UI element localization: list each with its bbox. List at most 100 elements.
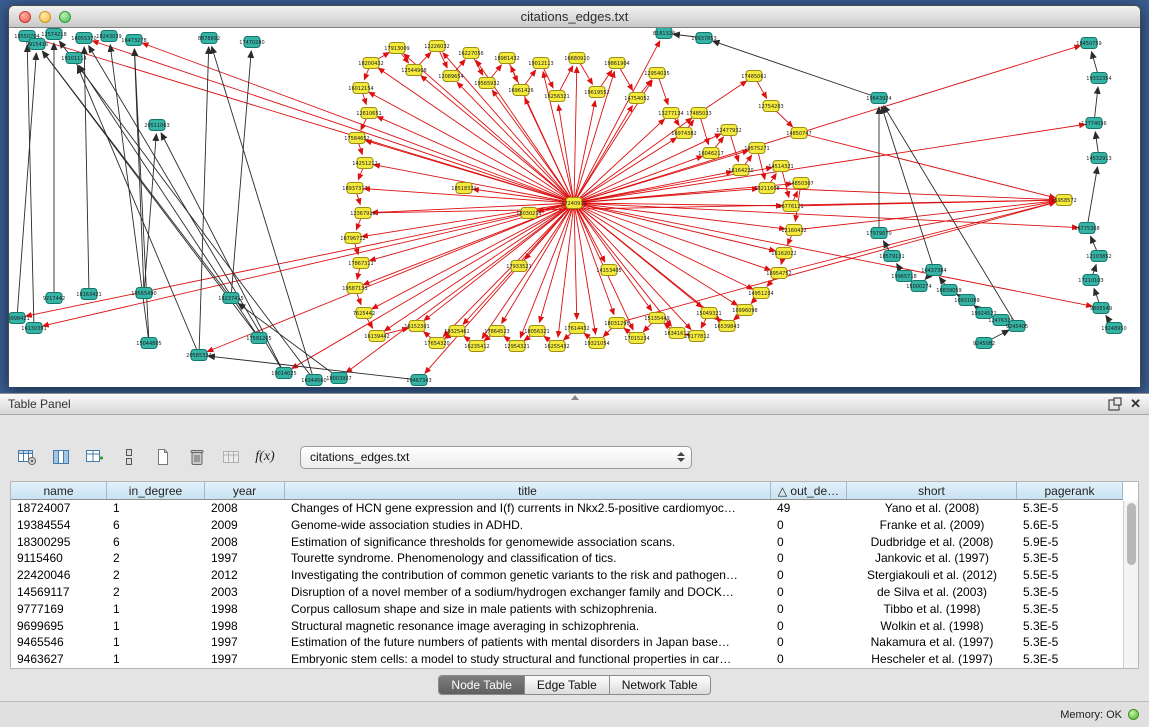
graph-node[interactable]: 17015234 [624, 333, 649, 344]
table-row[interactable]: 1830029562008Estimation of significance … [11, 534, 1123, 551]
graph-node[interactable]: 17485061 [741, 71, 766, 82]
graph-node[interactable]: 19325461 [444, 326, 469, 337]
table-row[interactable]: 977716911998Corpus callosum shape and si… [11, 601, 1123, 618]
graph-node[interactable]: 19321054 [584, 338, 609, 349]
graph-node[interactable]: 16139442 [364, 331, 389, 342]
column-header-in_degree[interactable]: in_degree [107, 482, 205, 499]
graph-node[interactable]: 17933521 [506, 261, 531, 272]
graph-node[interactable]: 10937853 [691, 33, 716, 44]
graph-node[interactable]: 16473278 [121, 35, 146, 46]
column-header-name[interactable]: name [11, 482, 107, 499]
graph-node[interactable]: 13277134 [658, 108, 683, 119]
graph-node[interactable]: 9915416 [26, 39, 48, 50]
graph-node[interactable]: 16046217 [698, 148, 723, 159]
graph-node[interactable]: 9245405 [1006, 321, 1028, 332]
table-row[interactable]: 946554611997Estimation of the future num… [11, 634, 1123, 651]
graph-node[interactable]: 14251212 [352, 158, 377, 169]
graph-node[interactable]: 18981432 [494, 53, 519, 64]
close-panel-icon[interactable]: ✕ [1130, 397, 1141, 411]
graph-node[interactable]: 18056321 [524, 326, 549, 337]
table-row[interactable]: 969969511998Structural magnetic resonanc… [11, 618, 1123, 635]
memory-indicator-icon[interactable] [1128, 709, 1139, 720]
graph-node[interactable]: 10996098 [732, 305, 757, 316]
graph-node[interactable]: 17210103 [1078, 275, 1103, 286]
column-header-title[interactable]: title [285, 482, 771, 499]
table-settings-button[interactable] [12, 443, 42, 471]
graph-node[interactable]: 16796712 [340, 233, 365, 244]
network-window-titlebar[interactable]: citations_edges.txt [9, 6, 1140, 28]
graph-node[interactable]: 19565932 [474, 78, 499, 89]
graph-node[interactable]: 17864523 [484, 326, 509, 337]
graph-node[interactable]: 12574218 [41, 29, 66, 40]
graph-node[interactable]: 18954752 [766, 268, 791, 279]
graph-node[interactable]: 17979070 [866, 228, 891, 239]
graph-node[interactable]: 19101114 [61, 53, 86, 64]
graph-node[interactable]: 8878692 [198, 33, 220, 44]
graph-node[interactable]: 16437384 [921, 265, 946, 276]
graph-node[interactable]: 20511063 [144, 120, 169, 131]
graph-node[interactable]: 18003937 [326, 373, 351, 384]
table-panel-header[interactable]: Table Panel ✕ [0, 393, 1149, 415]
delete-table-button[interactable] [182, 443, 212, 471]
graph-node[interactable]: 18450759 [1076, 38, 1101, 49]
table-row[interactable]: 911546021997Tourette syndrome. Phenomeno… [11, 550, 1123, 567]
graph-node[interactable]: 16539843 [714, 321, 739, 332]
splitter-handle[interactable] [571, 395, 579, 400]
network-table-select[interactable]: citations_edges.txt [300, 446, 692, 469]
graph-node[interactable]: 12954035 [644, 68, 669, 79]
graph-node[interactable]: 19332354 [1086, 73, 1111, 84]
graph-node[interactable]: 9245082 [973, 338, 995, 349]
graph-node[interactable]: 17654320 [424, 338, 449, 349]
graph-node[interactable]: 17913009 [384, 43, 409, 54]
graph-node[interactable]: 12226032 [424, 41, 449, 52]
graph-node[interactable]: 18243039 [96, 31, 121, 42]
graph-node[interactable]: 19565490 [131, 288, 156, 299]
network-view-canvas[interactable]: 1724097218200432160121541261065117584652… [9, 28, 1140, 387]
graph-node[interactable]: 16164220 [728, 165, 753, 176]
graph-node[interactable]: 18579131 [879, 251, 904, 262]
graph-node[interactable]: 12544908 [401, 65, 426, 76]
graph-node[interactable]: 14850307 [788, 178, 813, 189]
graph-node[interactable]: 17614432 [564, 323, 589, 334]
column-header-year[interactable]: year [205, 482, 285, 499]
graph-node[interactable]: 16680910 [564, 53, 589, 64]
float-panel-icon[interactable] [1108, 397, 1122, 411]
close-window-button[interactable] [19, 11, 31, 23]
table-row[interactable]: 1872400712008Changes of HCN gene express… [11, 500, 1123, 517]
graph-node[interactable]: 16344560 [301, 375, 326, 386]
graph-node[interactable]: 16152301 [404, 321, 429, 332]
edit-table-button[interactable] [80, 443, 110, 471]
graph-node[interactable]: 16255432 [544, 341, 569, 352]
vertical-scrollbar[interactable] [1123, 501, 1138, 668]
graph-node[interactable]: 19012113 [528, 58, 553, 69]
graph-node[interactable]: 18163421 [76, 289, 101, 300]
table-row[interactable]: 946362711997Embryonic stem cells: a mode… [11, 651, 1123, 668]
graph-node[interactable]: 18031298 [604, 318, 629, 329]
graph-node[interactable]: 7625442 [353, 308, 375, 319]
graph-node[interactable]: 16776121 [778, 201, 803, 212]
graph-node[interactable]: 16130391 [21, 323, 46, 334]
graph-node[interactable]: 12367918 [350, 208, 375, 219]
table-row[interactable]: 1938455462009Genome-wide association stu… [11, 517, 1123, 534]
graph-node[interactable]: 15000274 [906, 281, 931, 292]
graph-node[interactable]: 16974382 [671, 128, 696, 139]
graph-node[interactable]: 14532913 [1086, 153, 1111, 164]
graph-node[interactable]: 19861904 [604, 58, 629, 69]
graph-node[interactable]: 14153405 [596, 265, 621, 276]
graph-node[interactable]: 12160432 [781, 225, 806, 236]
graph-node[interactable]: 17485033 [686, 108, 711, 119]
graph-node[interactable]: 19643924 [866, 93, 891, 104]
graph-node[interactable]: 19619552 [584, 87, 609, 98]
graph-node[interactable]: 16162022 [771, 248, 796, 259]
import-table-button[interactable] [216, 443, 246, 471]
graph-node[interactable]: 16961426 [508, 85, 533, 96]
graph-node[interactable]: 18237415 [218, 293, 243, 304]
graph-node[interactable]: 19248950 [1101, 323, 1126, 334]
graph-node[interactable]: 15049321 [696, 308, 721, 319]
graph-node[interactable]: 18937317 [342, 183, 367, 194]
graph-node[interactable]: 12754203 [758, 101, 783, 112]
graph-node[interactable]: 12103852 [1086, 251, 1111, 262]
row-height-button[interactable] [114, 443, 144, 471]
graph-node[interactable]: 9806549 [1090, 303, 1112, 314]
tab-node-table[interactable]: Node Table [439, 676, 525, 694]
